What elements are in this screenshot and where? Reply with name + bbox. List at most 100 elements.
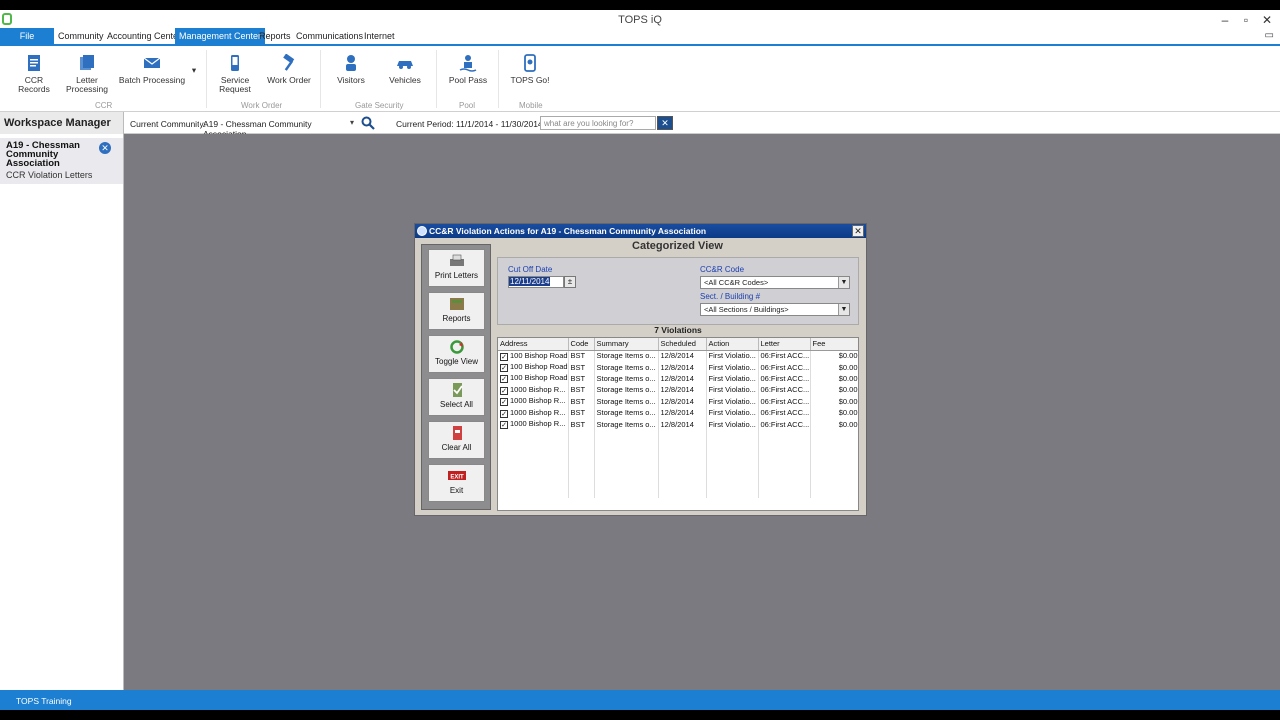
clear-all-button[interactable]: Clear All	[428, 421, 485, 459]
service-request-button[interactable]: Service Request	[212, 54, 258, 94]
row-checkbox[interactable]: ✓	[500, 386, 508, 395]
row-checkbox[interactable]: ✓	[500, 352, 508, 361]
row-checkbox[interactable]: ✓	[500, 421, 508, 430]
table-row[interactable]: ✓ 1000 Bishop R... BST Storage Items o... 12…	[498, 384, 858, 396]
batch-processing-button[interactable]: Batch Processing	[118, 54, 186, 94]
batch-dropdown-icon[interactable]: ▾	[188, 66, 200, 106]
tops-go-button[interactable]: TOPS Go!	[508, 54, 552, 94]
tab-file[interactable]: File	[0, 28, 54, 44]
filter-panel: Cut Off Date 12/11/2014 ± CC&R Code <All…	[497, 257, 859, 325]
chevron-down-icon: ▼	[838, 277, 849, 288]
status-text: TOPS Training	[16, 696, 72, 706]
empty-cell	[658, 452, 707, 464]
row-checkbox[interactable]: ✓	[500, 409, 508, 418]
date-spinner-button[interactable]: ±	[564, 276, 576, 288]
swimmer-icon	[459, 55, 477, 72]
tab-internet[interactable]: Internet	[360, 28, 399, 44]
select-all-button[interactable]: Select All	[428, 378, 485, 416]
vehicles-button[interactable]: Vehicles	[384, 54, 426, 94]
dialog-logo-icon	[417, 226, 427, 236]
cell-address: ✓ 1000 Bishop R...	[498, 406, 569, 419]
column-header-scheduled[interactable]: Scheduled	[658, 338, 707, 351]
section-building-select[interactable]: <All Sections / Buildings> ▼	[700, 303, 850, 316]
empty-cell	[568, 429, 595, 442]
svg-text:EXIT: EXIT	[450, 475, 464, 481]
search-icon[interactable]	[361, 116, 375, 130]
ccr-code-select[interactable]: <All CC&R Codes> ▼	[700, 276, 850, 289]
service-request-label-2: Request	[219, 84, 251, 94]
empty-cell	[658, 475, 707, 487]
cell-text-summary: Storage Items o...	[596, 385, 656, 395]
column-header-action[interactable]: Action	[706, 338, 759, 351]
close-window-button[interactable]: ✕	[1257, 12, 1277, 28]
maximize-button[interactable]: ▫	[1236, 12, 1256, 28]
empty-cell	[758, 441, 811, 453]
cell-text-address: 1000 Bishop R...	[510, 419, 566, 429]
table-row[interactable]: ✓ 100 Bishop Road BST Storage Items o... 12/…	[498, 361, 858, 373]
community-select[interactable]: A19 - Chessman Community Association ▾	[199, 116, 357, 139]
row-checkbox[interactable]: ✓	[500, 398, 508, 407]
cell-text-fee: $0.00	[838, 362, 858, 372]
print-letters-button[interactable]: Print Letters	[428, 249, 485, 287]
chevron-down-icon: ▼	[838, 304, 849, 315]
row-checkbox[interactable]: ✓	[500, 375, 508, 384]
cell-text-scheduled: 12/8/2014	[660, 408, 694, 418]
empty-cell	[568, 463, 595, 476]
workspace-item[interactable]: A19 - Chessman Community Association CCR…	[0, 138, 123, 184]
dialog-title-bar: CC&R Violation Actions for A19 - Chessma…	[415, 224, 866, 238]
reports-button[interactable]: Reports	[428, 292, 485, 330]
select-all-label: Select All	[440, 400, 473, 409]
tab-reports[interactable]: Reports	[255, 28, 295, 44]
tab-accounting-center[interactable]: Accounting Center	[103, 28, 185, 44]
cutoff-date-value: 12/11/2014	[509, 277, 551, 286]
letter-processing-button[interactable]: Letter Processing	[64, 54, 110, 94]
table-row[interactable]: ✓ 1000 Bishop R... BST Storage Items o... 12…	[498, 395, 858, 407]
empty-cell	[706, 452, 759, 464]
violations-grid[interactable]: Address Code Summary Scheduled Action Le…	[497, 337, 859, 511]
tops-go-label: TOPS Go!	[510, 75, 550, 85]
tab-communications[interactable]: Communications	[292, 28, 367, 44]
dialog-close-button[interactable]: ✕	[852, 225, 864, 237]
exit-sign-icon: EXIT	[447, 471, 466, 481]
toggle-view-label: Toggle View	[435, 357, 478, 366]
ccr-records-button[interactable]: CCR Records	[8, 54, 60, 94]
toggle-view-button[interactable]: Toggle View	[428, 335, 485, 373]
cell-code: BST	[568, 361, 595, 373]
column-header-summary[interactable]: Summary	[594, 338, 659, 351]
row-checkbox[interactable]: ✓	[500, 364, 508, 373]
column-header-letter[interactable]: Letter	[758, 338, 811, 351]
table-row[interactable]: ✓ 1000 Bishop R... BST Storage Items o... 12…	[498, 406, 858, 419]
chevron-down-icon: ▾	[349, 118, 354, 127]
pin-ribbon-icon[interactable]: ▭	[1265, 30, 1274, 41]
cell-text-address: 1000 Bishop R...	[510, 396, 566, 406]
workspace-item-subtitle: CCR Violation Letters	[6, 170, 93, 180]
cell-text-letter: 06:First ACC...	[760, 373, 810, 383]
column-header-fee[interactable]: Fee	[810, 338, 858, 351]
empty-cell	[810, 441, 858, 453]
ccr-code-label: CC&R Code	[700, 265, 745, 274]
cell-action: First Violatio...	[706, 350, 759, 362]
tab-management-center[interactable]: Management Center	[175, 28, 266, 44]
column-header-code[interactable]: Code	[568, 338, 595, 351]
clear-search-icon[interactable]: ✕	[657, 116, 673, 130]
document-icon	[28, 55, 40, 71]
tab-community[interactable]: Community	[54, 28, 108, 44]
table-row[interactable]: ✓ 1000 Bishop R... BST Storage Items o... 12…	[498, 418, 858, 430]
table-row[interactable]: ✓ 100 Bishop Road BST Storage Items o... 12/…	[498, 350, 858, 362]
close-workspace-icon[interactable]: ✕	[99, 142, 111, 154]
global-search-input[interactable]: what are you looking for?	[540, 116, 656, 130]
work-order-button[interactable]: Work Order	[264, 54, 314, 94]
table-row[interactable]: ✓ 100 Bishop Road BST Storage Items o... 12/…	[498, 372, 858, 385]
cell-text-action: First Violatio...	[708, 385, 756, 395]
pool-pass-button[interactable]: Pool Pass	[444, 54, 492, 94]
empty-cell	[658, 429, 707, 442]
exit-button[interactable]: EXIT Exit	[428, 464, 485, 502]
empty-cell	[658, 463, 707, 476]
cell-text-code: BST	[570, 385, 586, 395]
empty-cell	[758, 463, 811, 476]
empty-cell	[758, 475, 811, 487]
visitors-button[interactable]: Visitors	[330, 54, 372, 94]
column-header-address[interactable]: Address	[498, 338, 569, 351]
cutoff-date-input[interactable]: 12/11/2014	[508, 276, 564, 288]
minimize-button[interactable]: –	[1215, 12, 1235, 28]
